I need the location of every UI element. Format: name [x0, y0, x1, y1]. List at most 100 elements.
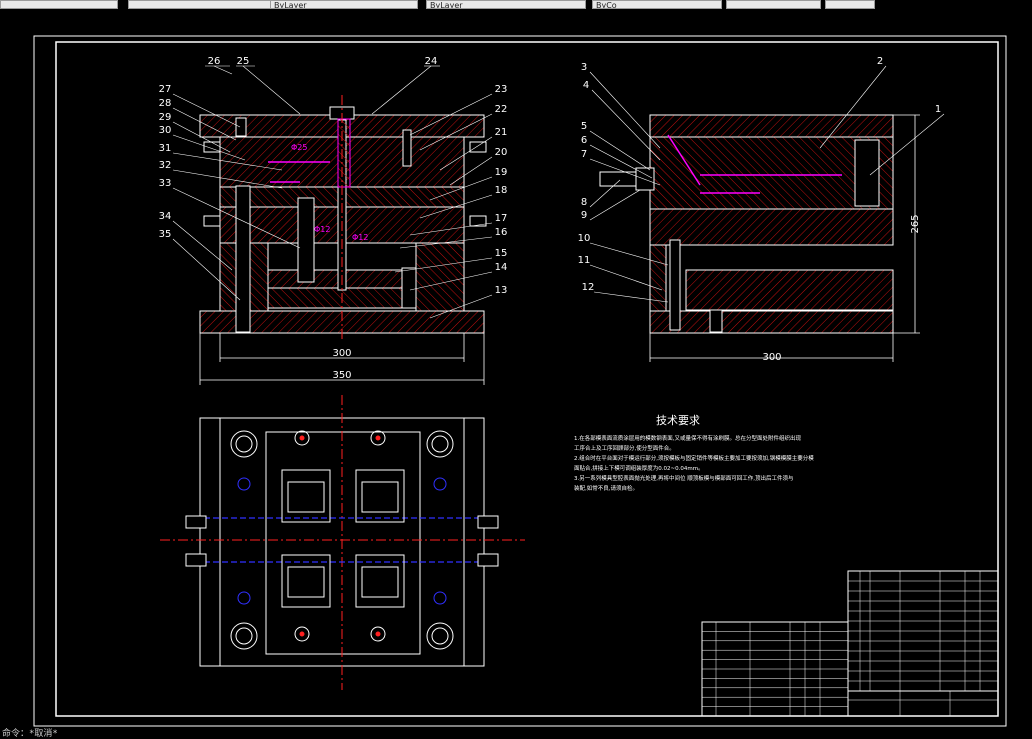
front-dim-300: 300	[332, 348, 351, 359]
front-leader	[371, 65, 432, 115]
front-dim-note: Φ12	[314, 225, 330, 234]
plan-return-pin-center	[375, 435, 381, 441]
plan-cavity	[355, 469, 405, 523]
front-label-13: 13	[495, 285, 508, 296]
tech-req-line-2: 工序合上及工序回顾部分,使分型面件合。	[574, 444, 675, 452]
side-guide-pin	[669, 239, 681, 331]
front-label-17: 17	[495, 213, 508, 224]
plan-cooling-nozzle	[477, 515, 499, 529]
front-label-21: 21	[495, 127, 508, 138]
front-label-22: 22	[495, 104, 508, 115]
front-stop-pin	[401, 267, 417, 309]
front-label-20: 20	[495, 147, 508, 158]
plan-return-pin-center	[299, 631, 305, 637]
plan-cavity-inner	[361, 566, 399, 598]
side-ejector-plates	[685, 269, 894, 311]
plan-guide-bush-inner	[235, 627, 253, 645]
front-dim-350: 350	[332, 370, 351, 381]
front-sprue-bushing	[337, 118, 351, 188]
side-bottom-clamp-plate	[649, 310, 894, 334]
front-label-24: 24	[425, 56, 438, 67]
front-label-28: 28	[159, 98, 172, 109]
side-dim-300: 300	[762, 352, 781, 363]
plan-cooling-nozzle	[185, 515, 207, 529]
side-label-7: 7	[581, 149, 587, 160]
side-support-plate	[649, 208, 894, 246]
side-slide-block	[854, 139, 880, 207]
tech-req-line-1: 1.在各部模表面流质涂层用的模数钢表面,又或量保不得有涂刷膜。总在分型面处附件组…	[574, 434, 801, 442]
plan-cavity-inner	[287, 481, 325, 513]
front-label-35: 35	[159, 229, 172, 240]
front-bolt-left	[235, 117, 247, 137]
plan-guide-bush	[230, 430, 258, 458]
plan-cooling-nozzle	[185, 553, 207, 567]
plan-screw-hole	[237, 477, 251, 491]
front-label-33: 33	[159, 178, 172, 189]
front-label-23: 23	[495, 84, 508, 95]
front-cooling-nozzle	[203, 215, 221, 227]
front-label-19: 19	[495, 167, 508, 178]
front-dim-note: Φ25	[291, 143, 307, 152]
side-label-5: 5	[581, 121, 587, 132]
front-spacer-right	[415, 242, 465, 312]
front-dim-note: Φ12	[352, 233, 368, 242]
plan-cooling-nozzle	[477, 553, 499, 567]
front-cooling-nozzle	[469, 141, 487, 153]
side-label-3: 3	[581, 62, 587, 73]
plan-cavity	[281, 469, 331, 523]
side-label-4: 4	[583, 80, 589, 91]
plan-cavity-inner	[361, 481, 399, 513]
side-label-12: 12	[582, 282, 595, 293]
side-label-9: 9	[581, 210, 587, 221]
front-label-27: 27	[159, 84, 172, 95]
front-label-34: 34	[159, 211, 172, 222]
plan-guide-bush	[426, 430, 454, 458]
front-bolt-right	[402, 129, 412, 167]
plan-guide-bush	[426, 622, 454, 650]
front-return-pin	[297, 197, 315, 283]
front-label-18: 18	[495, 185, 508, 196]
front-leader	[213, 65, 233, 75]
side-leader	[589, 189, 641, 221]
cad-drawing-canvas[interactable]: Φ25Φ12Φ1230035026 25 242728293031323334352…	[0, 0, 1032, 738]
plan-return-pin-center	[375, 631, 381, 637]
plan-guide-bush-inner	[431, 435, 449, 453]
front-label-30: 30	[159, 125, 172, 136]
plan-guide-bush-inner	[431, 627, 449, 645]
tech-req-line-3: 2.组合时在平台面对于模运行部分,须按模板与固定销件等模板主要加工要按须加,钢模…	[574, 454, 814, 462]
front-label-15: 15	[495, 248, 508, 259]
side-label-2: 2	[877, 56, 883, 67]
plan-return-pin-center	[299, 435, 305, 441]
side-spacer-left	[649, 244, 667, 312]
side-top-clamp-plate	[649, 114, 894, 138]
front-label-31: 31	[159, 143, 172, 154]
front-leader	[242, 65, 301, 115]
front-label-14: 14	[495, 262, 508, 273]
side-leader	[589, 71, 661, 149]
front-label-25: 25	[237, 56, 250, 67]
side-label-11: 11	[578, 255, 591, 266]
tech-req-line-5: 3.另一系列模具型腔表面抛光处理,再将中间位 顺顶板模与模部面可回工作,顶出后工…	[574, 474, 794, 482]
front-label-29: 29	[159, 112, 172, 123]
side-bolt	[709, 309, 723, 333]
side-connector-body	[635, 167, 655, 191]
plan-screw-hole	[237, 591, 251, 605]
front-guide-pillar-left	[235, 185, 251, 333]
plan-cavity-inner	[287, 566, 325, 598]
command-line[interactable]: 命令：*取消*	[2, 726, 58, 739]
plan-screw-hole	[433, 591, 447, 605]
side-label-8: 8	[581, 197, 587, 208]
plan-cavity	[355, 554, 405, 608]
front-label-26: 26	[208, 56, 221, 67]
side-label-1: 1	[935, 104, 941, 115]
title-block	[847, 690, 999, 717]
side-label-6: 6	[581, 135, 587, 146]
plan-cavity-plate	[265, 431, 421, 655]
plan-screw-hole	[433, 477, 447, 491]
side-label-10: 10	[578, 233, 591, 244]
side-leader	[589, 130, 651, 171]
front-label-16: 16	[495, 227, 508, 238]
tech-req-title: 技术要求	[656, 414, 700, 427]
plan-guide-bush	[230, 622, 258, 650]
side-dim-265: 265	[910, 214, 921, 233]
